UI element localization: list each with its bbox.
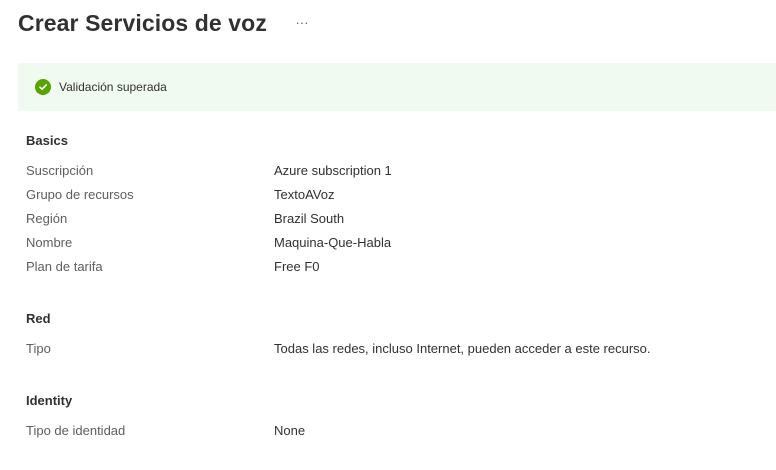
summary-row: Tipo Todas las redes, incluso Internet, … [26,336,766,360]
title-row: Crear Servicios de voz ··· [18,6,313,40]
row-value: Azure subscription 1 [274,162,392,178]
review-create-page: Crear Servicios de voz ··· Validación su… [0,0,776,470]
checkmark-circle-icon [35,79,51,95]
summary-row: Suscripción Azure subscription 1 [26,158,766,182]
section-heading-network: Red [26,311,51,326]
summary-row: Tipo de identidad None [26,418,766,442]
summary-row: Región Brazil South [26,206,766,230]
summary-row: Plan de tarifa Free F0 [26,254,766,278]
row-label: Plan de tarifa [26,258,103,274]
summary-row: Grupo de recursos TextoAVoz [26,182,766,206]
summary-row: Nombre Maquina-Que-Habla [26,230,766,254]
row-value: Free F0 [274,258,320,274]
section-heading-identity: Identity [26,393,73,408]
row-label: Región [26,210,68,226]
row-value: Brazil South [274,210,345,226]
row-label: Suscripción [26,162,94,178]
page-title: Crear Servicios de voz [18,9,267,36]
row-value: TextoAVoz [274,186,335,202]
row-label: Tipo de identidad [26,422,126,438]
validation-banner: Validación superada [18,63,776,111]
row-value: None [274,422,306,438]
row-label: Nombre [26,234,73,250]
row-value: Maquina-Que-Habla [274,234,392,250]
validation-message: Validación superada [59,80,167,94]
more-options-button[interactable]: ··· [291,11,313,33]
row-value: Todas las redes, incluso Internet, puede… [274,340,651,356]
row-label: Tipo [26,340,51,356]
section-heading-basics: Basics [26,133,68,148]
row-label: Grupo de recursos [26,186,134,202]
